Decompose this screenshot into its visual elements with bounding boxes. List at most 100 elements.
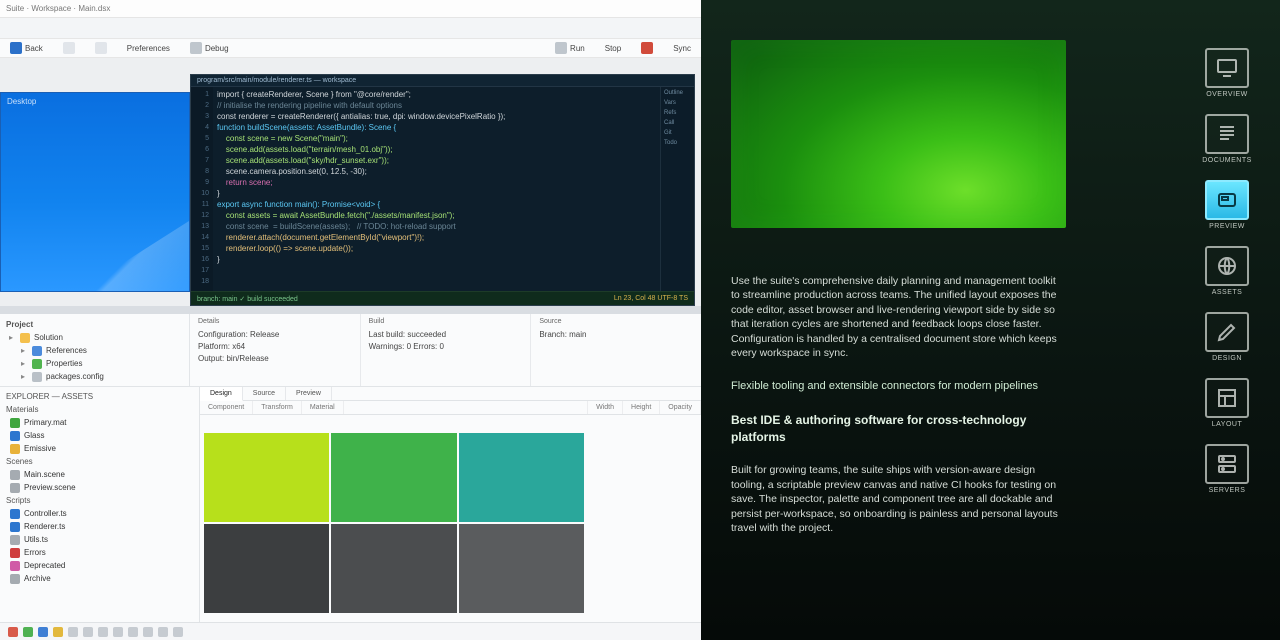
inspector-cell[interactable]: Width — [588, 401, 623, 414]
color-swatch[interactable] — [204, 524, 329, 613]
nav-item-assets[interactable]: Assets — [1205, 246, 1249, 296]
inspector-cell[interactable]: Transform — [253, 401, 302, 414]
explorer-item[interactable]: Utils.ts — [6, 533, 199, 546]
nav-item-overview[interactable]: Overview — [1205, 48, 1249, 98]
tree-item[interactable]: ▸Properties — [6, 357, 183, 370]
globe-icon — [1205, 246, 1249, 286]
explorer-item-icon — [10, 444, 20, 454]
explorer-group-header[interactable]: Scenes — [6, 455, 199, 468]
chevron-right-icon: ▸ — [6, 333, 16, 342]
explorer-item[interactable]: Errors — [6, 546, 199, 559]
code-area[interactable]: import { createRenderer, Scene } from "@… — [213, 87, 660, 291]
side-panel-item[interactable]: Call — [664, 120, 691, 126]
inspector-cell[interactable]: Height — [623, 401, 660, 414]
bottom-tool-button[interactable] — [113, 627, 123, 637]
desktop-preview-caption: Desktop — [7, 97, 36, 106]
bottom-tool-button[interactable] — [53, 627, 63, 637]
palette-canvas[interactable] — [200, 415, 701, 622]
explorer-item[interactable]: Controller.ts — [6, 507, 199, 520]
info-column: BuildLast build: succeededWarnings: 0 Er… — [361, 314, 532, 386]
bottom-tool-button[interactable] — [83, 627, 93, 637]
hero-image — [731, 40, 1066, 228]
tree-item-icon — [32, 346, 42, 356]
explorer-item[interactable]: Archive — [6, 572, 199, 585]
bottom-tool-button[interactable] — [128, 627, 138, 637]
designer-tab[interactable]: Preview — [286, 387, 332, 400]
bottom-tool-button[interactable] — [143, 627, 153, 637]
color-swatch[interactable] — [331, 433, 456, 522]
explorer-item[interactable]: Main.scene — [6, 468, 199, 481]
bug-icon — [190, 42, 202, 54]
toolbar-button[interactable] — [53, 42, 85, 54]
explorer-item[interactable]: Emissive — [6, 442, 199, 455]
bottom-tool-button[interactable] — [23, 627, 33, 637]
toolbar-debug-button[interactable]: Debug — [180, 42, 239, 54]
inspector-cell — [344, 401, 588, 414]
explorer-item-label: Utils.ts — [24, 535, 48, 544]
side-panel-item[interactable]: Outline — [664, 90, 691, 96]
toolbar-button[interactable] — [85, 42, 117, 54]
bottom-tool-button[interactable] — [158, 627, 168, 637]
designer-tab[interactable]: Design — [200, 387, 243, 401]
bottom-tool-button[interactable] — [8, 627, 18, 637]
explorer-item-label: Main.scene — [24, 470, 65, 479]
desktop-preview[interactable]: Desktop — [0, 92, 190, 292]
article-subheading: Flexible tooling and extensible connecto… — [731, 379, 1061, 394]
bottom-tool-button[interactable] — [38, 627, 48, 637]
explorer-item[interactable]: Renderer.ts — [6, 520, 199, 533]
explorer-item[interactable]: Glass — [6, 429, 199, 442]
splitter[interactable] — [0, 306, 701, 314]
tree-item-label: Solution — [34, 333, 63, 342]
tree-item[interactable]: ▸packages.config — [6, 370, 183, 383]
tree-item[interactable]: ▸ Solution — [6, 331, 183, 344]
toolbar-preferences-button[interactable]: Preferences — [117, 44, 180, 53]
article-paragraph: Built for growing teams, the suite ships… — [731, 463, 1061, 535]
color-swatch[interactable] — [204, 433, 329, 522]
toolbar-back-button[interactable]: Back — [0, 42, 53, 54]
side-panel-item[interactable]: Refs — [664, 110, 691, 116]
application-window: Suite · Workspace · Main.dsx Back Prefer… — [0, 0, 701, 640]
bottom-tool-button[interactable] — [98, 627, 108, 637]
designer-tab[interactable]: Source — [243, 387, 286, 400]
doc-icon — [1205, 114, 1249, 154]
tree-item-label: References — [46, 346, 87, 355]
toolbar-button[interactable] — [631, 42, 663, 54]
pen-icon — [1205, 312, 1249, 352]
back-icon — [10, 42, 22, 54]
editor-status-bar: branch: main ✓ build succeeded Ln 23, Co… — [191, 291, 694, 305]
nav-item-layout[interactable]: Layout — [1205, 378, 1249, 428]
nav-item-documents[interactable]: Documents — [1202, 114, 1252, 164]
explorer-group-header[interactable]: Scripts — [6, 494, 199, 507]
explorer-item-label: Glass — [24, 431, 44, 440]
color-swatch[interactable] — [459, 524, 584, 613]
toolbar-run-button[interactable]: Run — [545, 42, 595, 54]
nav-item-design[interactable]: Design — [1205, 312, 1249, 362]
explorer-item[interactable]: Deprecated — [6, 559, 199, 572]
info-columns: DetailsConfiguration: ReleasePlatform: x… — [190, 314, 701, 386]
inspector-cell[interactable]: Component — [200, 401, 253, 414]
toolbar-stop-button[interactable]: Stop — [595, 44, 631, 53]
side-panel-item[interactable]: Git — [664, 130, 691, 136]
nav-item-servers[interactable]: Servers — [1205, 444, 1249, 494]
toolbar-sync-button[interactable]: Sync — [663, 44, 701, 53]
info-row: Branch: main — [539, 328, 693, 340]
explorer-item-label: Emissive — [24, 444, 56, 453]
color-swatch[interactable] — [459, 433, 584, 522]
chevron-right-icon: ▸ — [18, 346, 28, 355]
editor-side-panel: Outline Vars Refs Call Git Todo — [660, 87, 694, 291]
tree-item[interactable]: ▸ References — [6, 344, 183, 357]
side-panel-item[interactable]: Vars — [664, 100, 691, 106]
bottom-tool-button[interactable] — [68, 627, 78, 637]
inspector-cell[interactable]: Material — [302, 401, 344, 414]
article-body: Use the suite's comprehensive daily plan… — [731, 274, 1061, 536]
play-icon — [555, 42, 567, 54]
side-panel-item[interactable]: Todo — [664, 140, 691, 146]
tree-header: Project — [6, 318, 183, 331]
explorer-group-header[interactable]: Materials — [6, 403, 199, 416]
nav-item-preview[interactable]: Preview — [1205, 180, 1249, 230]
bottom-tool-button[interactable] — [173, 627, 183, 637]
explorer-item[interactable]: Primary.mat — [6, 416, 199, 429]
color-swatch[interactable] — [331, 524, 456, 613]
inspector-cell[interactable]: Opacity — [660, 401, 701, 414]
explorer-item[interactable]: Preview.scene — [6, 481, 199, 494]
